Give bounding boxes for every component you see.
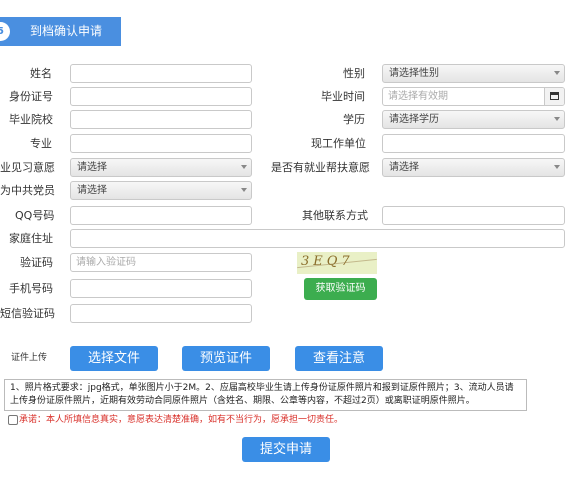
sms-code-input[interactable] [70, 304, 252, 323]
get-code-button[interactable]: 获取验证码 [304, 278, 377, 300]
chevron-down-icon [241, 165, 247, 169]
promise-checkbox[interactable] [8, 415, 18, 425]
chevron-down-icon [241, 188, 247, 192]
school-label: 毕业院校 [9, 113, 53, 126]
employment-help-select-value: 请选择 [389, 162, 419, 173]
phone-label: 手机号码 [9, 282, 53, 295]
employment-help-label: 是否有就业帮扶意愿 [271, 161, 370, 174]
grad-time-label: 毕业时间 [321, 90, 365, 103]
captcha-image[interactable]: 3EQ7 [297, 252, 377, 274]
upload-label: 证件上传 [11, 353, 48, 363]
degree-select[interactable]: 请选择学历 [382, 110, 565, 129]
grad-time-input[interactable]: 请选择有效期 [382, 87, 565, 106]
major-label: 专业 [30, 137, 52, 150]
internship-label: 业见习意愿 [0, 161, 55, 174]
chevron-down-icon [554, 165, 560, 169]
grad-time-placeholder: 请选择有效期 [388, 91, 448, 102]
internship-select-value: 请选择 [77, 162, 107, 173]
view-notes-button[interactable]: 查看注意 [295, 346, 383, 371]
submit-button[interactable]: 提交申请 [242, 437, 330, 462]
captcha-placeholder: 请输入验证码 [76, 257, 136, 268]
qq-label: QQ号码 [15, 209, 55, 222]
major-input[interactable] [70, 134, 252, 153]
school-input[interactable] [70, 110, 252, 129]
internship-select[interactable]: 请选择 [70, 158, 252, 177]
gender-select[interactable]: 请选择性别 [382, 64, 565, 83]
party-select[interactable]: 请选择 [70, 181, 252, 200]
gender-label: 性别 [343, 67, 365, 80]
party-select-value: 请选择 [77, 185, 107, 196]
workplace-input[interactable] [382, 134, 565, 153]
step-number: 5 [0, 22, 10, 41]
id-number-input[interactable] [70, 87, 252, 106]
other-contact-input[interactable] [382, 206, 565, 225]
calendar-icon [550, 92, 559, 100]
choose-file-button[interactable]: 选择文件 [70, 346, 158, 371]
id-label: 身份证号 [9, 90, 53, 103]
upload-notice: 1、照片格式要求：jpg格式，单张图片小于2M。2、应届高校毕业生请上传身份证原… [4, 379, 527, 411]
degree-label: 学历 [343, 113, 365, 126]
calendar-button[interactable] [544, 88, 564, 105]
address-input[interactable] [70, 229, 565, 248]
section-title: 到档确认申请 [30, 24, 103, 38]
party-label: 为中共党员 [0, 184, 55, 197]
preview-button[interactable]: 预览证件 [182, 346, 270, 371]
captcha-input[interactable]: 请输入验证码 [70, 253, 252, 272]
name-input[interactable] [70, 64, 252, 83]
gender-select-value: 请选择性别 [389, 68, 439, 79]
qq-input[interactable] [70, 206, 252, 225]
workplace-label: 现工作单位 [311, 137, 366, 150]
section-header: 5 到档确认申请 [0, 17, 121, 46]
address-label: 家庭住址 [9, 232, 53, 245]
employment-help-select[interactable]: 请选择 [382, 158, 565, 177]
captcha-image-text: 3EQ7 [301, 254, 354, 269]
chevron-down-icon [554, 117, 560, 121]
degree-select-value: 请选择学历 [389, 114, 439, 125]
chevron-down-icon [554, 71, 560, 75]
other-contact-label: 其他联系方式 [302, 209, 368, 222]
name-label: 姓名 [30, 67, 52, 80]
sms-code-label: 短信验证码 [0, 307, 55, 320]
captcha-label: 验证码 [20, 256, 53, 269]
promise-text: 承诺：本人所填信息真实，意愿表达清楚准确，如有不当行为，愿承担一切责任。 [19, 415, 344, 425]
phone-input[interactable] [70, 279, 252, 298]
